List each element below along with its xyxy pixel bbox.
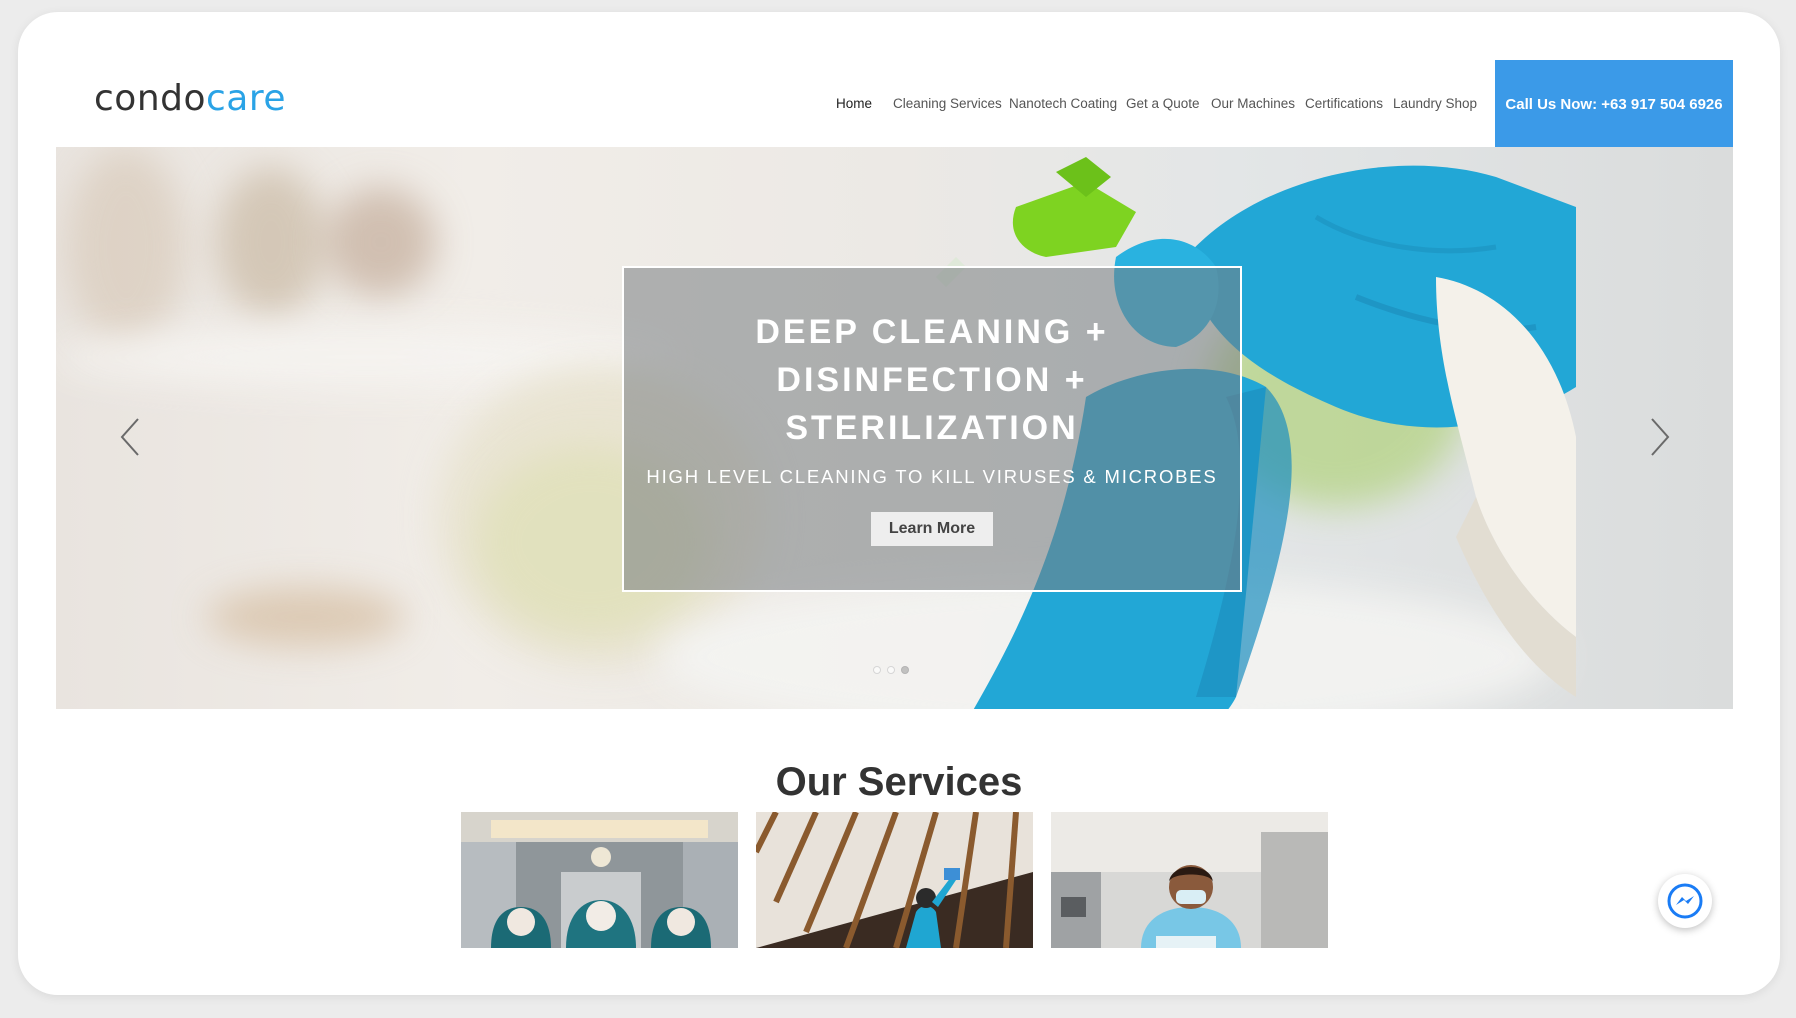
- nav-home[interactable]: Home: [836, 96, 872, 111]
- nav-laundry-shop[interactable]: Laundry Shop: [1393, 96, 1477, 111]
- messenger-icon: [1667, 883, 1703, 919]
- nav-nanotech-coating[interactable]: Nanotech Coating: [1009, 96, 1117, 111]
- service-image-ceiling-cleaning[interactable]: [756, 812, 1033, 948]
- background-jar: [326, 187, 436, 297]
- hero-title: DEEP CLEANING + DISINFECTION + STERILIZA…: [755, 313, 1109, 447]
- carousel-dot[interactable]: [887, 666, 895, 674]
- background-rolling-pin: [206, 587, 406, 647]
- service-image-kitchen-cleaner[interactable]: [1051, 812, 1328, 948]
- carousel-indicators: [873, 666, 909, 674]
- hero-carousel: DEEP CLEANING + DISINFECTION + STERILIZA…: [56, 147, 1733, 709]
- hero-caption-box: DEEP CLEANING + DISINFECTION + STERILIZA…: [622, 266, 1242, 592]
- carousel-dot[interactable]: [873, 666, 881, 674]
- hero-subtitle: HIGH LEVEL CLEANING TO KILL VIRUSES & MI…: [646, 466, 1218, 487]
- nav-get-a-quote[interactable]: Get a Quote: [1126, 96, 1200, 111]
- background-jar: [216, 167, 326, 317]
- nav-our-machines[interactable]: Our Machines: [1211, 96, 1295, 111]
- browser-frame: condocare Home Cleaning Services Nanotec…: [18, 12, 1780, 995]
- chevron-right-icon[interactable]: [1646, 415, 1674, 459]
- service-image-disinfection-team[interactable]: [461, 812, 738, 948]
- nav-certifications[interactable]: Certifications: [1305, 96, 1383, 111]
- nav-cleaning-services[interactable]: Cleaning Services: [893, 96, 1002, 111]
- call-us-button[interactable]: Call Us Now: +63 917 504 6926: [1495, 60, 1733, 148]
- background-jar: [66, 147, 186, 347]
- carousel-dot-active[interactable]: [901, 666, 909, 674]
- learn-more-button[interactable]: Learn More: [870, 512, 994, 546]
- chevron-left-icon[interactable]: [116, 415, 144, 459]
- messenger-chat-button[interactable]: [1658, 874, 1712, 928]
- services-heading: Our Services: [775, 760, 1023, 804]
